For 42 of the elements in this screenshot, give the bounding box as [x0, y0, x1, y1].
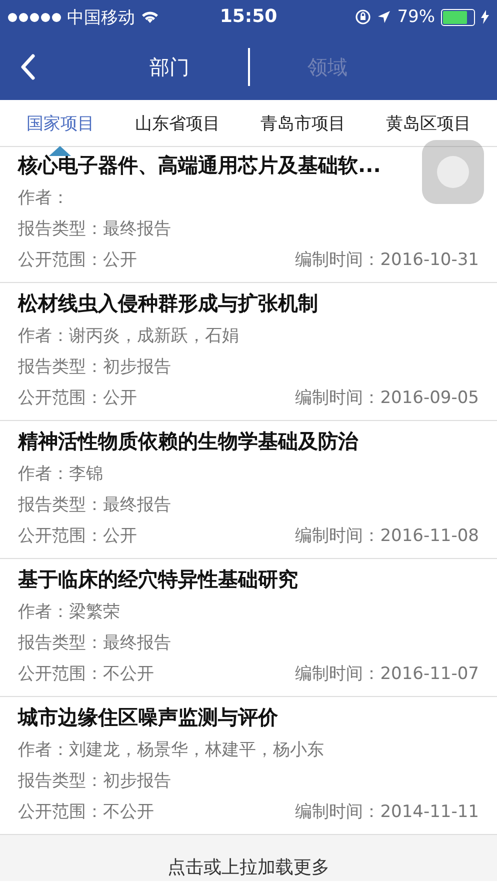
signal-icon [8, 12, 61, 22]
report-scope: 公开范围：公开 [18, 525, 137, 548]
report-scope: 公开范围：不公开 [18, 663, 154, 686]
status-time: 15:50 [220, 5, 278, 29]
report-date: 编制时间：2014-11-11 [295, 801, 479, 824]
report-date: 编制时间：2016-09-05 [295, 387, 479, 410]
battery-percent: 79% [397, 7, 435, 27]
report-type: 报告类型：最终报告 [18, 633, 171, 653]
location-arrow-icon [377, 10, 392, 24]
report-title[interactable]: 精神活性物质依赖的生物学基础及防治 [18, 429, 358, 453]
report-date: 编制时间：2016-11-08 [295, 525, 479, 548]
report-type: 报告类型：初步报告 [18, 357, 171, 377]
load-more-link[interactable]: 点击或上拉加载更多 [168, 855, 330, 881]
category-tab[interactable]: 国家项目 [24, 108, 96, 138]
tab-indicator-icon [49, 146, 72, 156]
rotation-lock-icon [355, 9, 372, 25]
report-title[interactable]: 核心电子器件、高端通用芯片及基础软... [18, 153, 381, 177]
report-author: 作者：李锦 [18, 464, 103, 484]
segment-tab[interactable]: 部门 [92, 48, 248, 86]
report-author: 作者： [18, 188, 69, 208]
battery-icon [441, 8, 475, 26]
report-title[interactable]: 基于临床的经穴特异性基础研究 [18, 567, 298, 591]
carrier-name: 中国移动 [67, 6, 135, 28]
report-scope: 公开范围：公开 [18, 387, 137, 410]
report-type: 报告类型：最终报告 [18, 219, 171, 239]
report-scope: 公开范围：不公开 [18, 801, 154, 824]
report-author: 作者：刘建龙，杨景华，林建平，杨小东 [18, 740, 324, 760]
report-scope: 公开范围：公开 [18, 249, 137, 272]
category-tab[interactable]: 山东省项目 [132, 108, 222, 138]
report-date: 编制时间：2016-11-07 [295, 663, 479, 686]
category-tab[interactable]: 青岛市项目 [258, 108, 348, 138]
report-type: 报告类型：最终报告 [18, 495, 171, 515]
report-title[interactable]: 松材线虫入侵种群形成与扩张机制 [18, 291, 318, 315]
report-author: 作者：梁繁荣 [18, 602, 120, 622]
category-tab[interactable]: 黄岛区项目 [384, 108, 473, 138]
wifi-icon [141, 10, 159, 24]
report-author: 作者：谢丙炎，成新跃，石娟 [18, 326, 239, 346]
back-icon[interactable] [20, 54, 36, 80]
report-title[interactable]: 城市边缘住区噪声监测与评价 [18, 705, 278, 729]
charging-icon [481, 10, 489, 24]
report-type: 报告类型：初步报告 [18, 771, 171, 791]
report-date: 编制时间：2016-10-31 [295, 249, 479, 272]
